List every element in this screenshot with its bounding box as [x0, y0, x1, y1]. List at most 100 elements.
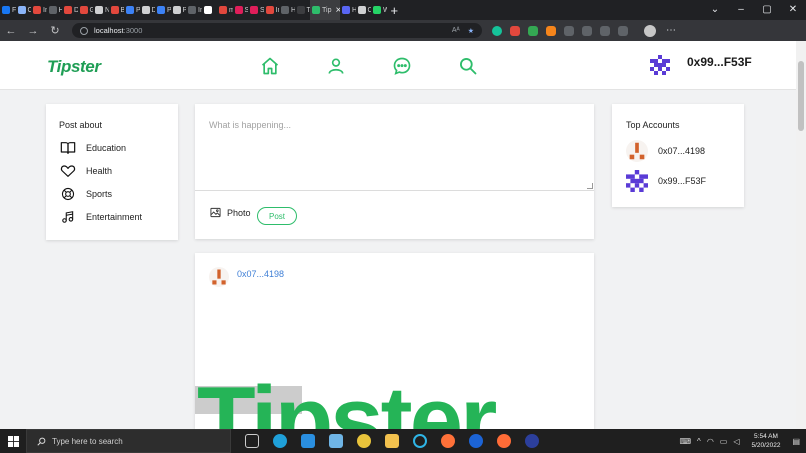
chevron-up-icon[interactable]: ^	[697, 437, 701, 446]
book-icon	[60, 142, 76, 154]
new-tab-button[interactable]: +	[391, 3, 399, 18]
wifi-icon[interactable]: ◠	[707, 437, 714, 446]
chrome-icon[interactable]	[357, 434, 371, 448]
author-avatar-identicon[interactable]	[209, 267, 229, 287]
taskbar-clock[interactable]: 5:54 AM 5/20/2022	[752, 432, 781, 450]
browser-tab[interactable]: m	[217, 0, 233, 20]
post-about-title: Post about	[59, 120, 103, 130]
browser-tab[interactable]: Pr	[171, 0, 186, 20]
top-account-item[interactable]: 0x99...F53F	[626, 170, 706, 192]
volume-icon[interactable]: ◁	[733, 437, 739, 446]
browser-tab[interactable]: Pr	[124, 0, 140, 20]
favorites-icon[interactable]	[582, 25, 592, 36]
keyboard-icon[interactable]: ⌨	[680, 437, 692, 446]
windows-logo-icon	[7, 435, 19, 447]
browser-tab[interactable]: Br	[109, 0, 124, 20]
extension-icon[interactable]	[564, 25, 574, 36]
topic-education[interactable]: Education	[60, 141, 126, 155]
post-button[interactable]: Post	[257, 207, 297, 225]
browser-tab[interactable]: Di	[140, 0, 155, 20]
back-icon[interactable]: ←	[0, 25, 22, 37]
browser-tab[interactable]: H	[47, 0, 62, 20]
downloads-icon[interactable]	[618, 25, 628, 36]
photo-button[interactable]: Photo	[210, 207, 251, 218]
resize-handle[interactable]	[587, 183, 593, 189]
tab-search-button[interactable]: ⌄	[702, 0, 728, 20]
vscode-icon[interactable]	[301, 434, 315, 448]
reload-icon[interactable]: ↻	[44, 24, 66, 37]
bookmark-star-icon[interactable]: ★	[468, 27, 474, 35]
tab-active[interactable]: Tip ×	[310, 0, 340, 20]
postman-icon[interactable]	[497, 434, 511, 448]
close-window-button[interactable]: ✕	[780, 0, 806, 20]
site-logo[interactable]: Tipster	[47, 57, 101, 77]
browser-tab[interactable]: In	[264, 0, 279, 20]
topic-health[interactable]: Health	[60, 164, 112, 178]
tab-favicon	[33, 6, 41, 14]
browser-tab[interactable]: In	[186, 0, 202, 20]
metamask-icon[interactable]	[546, 25, 556, 36]
post-about-card: Post about Education Health Sports Enter…	[46, 104, 178, 240]
browser-tab[interactable]: Sl	[233, 0, 248, 20]
search-icon[interactable]	[458, 56, 478, 76]
browser-tab[interactable]: Cc	[16, 0, 31, 20]
post-author-address[interactable]: 0x07...4198	[237, 269, 284, 279]
browser-tab[interactable]: G	[78, 0, 93, 20]
extension-icon[interactable]	[510, 25, 520, 36]
top-account-item[interactable]: 0x07...4198	[626, 140, 705, 162]
browser-tab[interactable]: Cl	[356, 0, 371, 20]
start-button[interactable]	[0, 435, 26, 447]
tab-favicon	[296, 6, 305, 14]
bluetooth-icon[interactable]	[469, 434, 483, 448]
profile-avatar[interactable]	[644, 24, 656, 37]
topic-label: Education	[86, 143, 127, 153]
page-scrollbar[interactable]	[796, 41, 806, 429]
forward-icon[interactable]: →	[22, 25, 44, 37]
battery-icon[interactable]: ▭	[720, 437, 728, 446]
browser-tab[interactable]: Fa	[0, 0, 16, 20]
browser-tab[interactable]: Sl	[248, 0, 264, 20]
opera-icon[interactable]	[413, 434, 427, 448]
browser-tab[interactable]: H	[279, 0, 295, 20]
browser-tab[interactable]	[202, 0, 218, 20]
edge-icon[interactable]	[273, 434, 287, 448]
app-icon[interactable]	[525, 434, 539, 448]
read-aloud-icon[interactable]: Aᴬ	[452, 27, 460, 35]
messages-icon[interactable]	[392, 56, 412, 76]
home-icon[interactable]	[260, 56, 280, 76]
tab-favicon	[79, 6, 88, 14]
browser-tab[interactable]: Di	[62, 0, 78, 20]
windows-taskbar: Type here to search ⌨ ^ ◠ ▭ ◁ 5:54 AM 5/…	[0, 429, 806, 453]
clock-date: 5/20/2022	[751, 442, 781, 449]
compose-placeholder: What is happening...	[209, 120, 292, 130]
more-menu-icon[interactable]: ⋯	[666, 25, 676, 36]
tab-label: Tip	[322, 6, 332, 14]
taskbar-search[interactable]: Type here to search	[26, 429, 231, 453]
firefox-icon[interactable]	[441, 434, 455, 448]
browser-tab[interactable]: H	[340, 0, 356, 20]
task-view-icon[interactable]	[245, 434, 259, 448]
address-bar[interactable]: localhost :3000 Aᴬ ★	[72, 23, 482, 38]
browser-tab[interactable]: Ta	[295, 0, 310, 20]
compose-textarea[interactable]: What is happening...	[195, 104, 594, 191]
browser-tab[interactable]: W	[371, 0, 387, 20]
browser-tab[interactable]: N	[93, 0, 109, 20]
profile-icon[interactable]	[326, 56, 346, 76]
extension-icon[interactable]	[528, 25, 538, 36]
grammarly-icon[interactable]	[492, 25, 502, 36]
site-info-icon[interactable]	[80, 26, 88, 35]
topic-entertainment[interactable]: Entertainment	[60, 210, 142, 224]
browser-tab[interactable]: In	[31, 0, 47, 20]
topic-sports[interactable]: Sports	[60, 187, 112, 201]
notifications-icon[interactable]: ▤	[792, 437, 800, 446]
file-explorer-icon[interactable]	[385, 434, 399, 448]
app-icon[interactable]	[329, 434, 343, 448]
user-address[interactable]: 0x99...F53F	[687, 55, 752, 69]
scrollbar-thumb[interactable]	[798, 61, 804, 131]
user-avatar-identicon[interactable]	[650, 55, 670, 75]
minimize-button[interactable]: –	[728, 0, 754, 20]
maximize-button[interactable]: ▢	[754, 0, 780, 20]
browser-tab[interactable]: Pr	[155, 0, 171, 20]
collections-icon[interactable]	[600, 25, 610, 36]
account-avatar-identicon	[626, 170, 648, 192]
